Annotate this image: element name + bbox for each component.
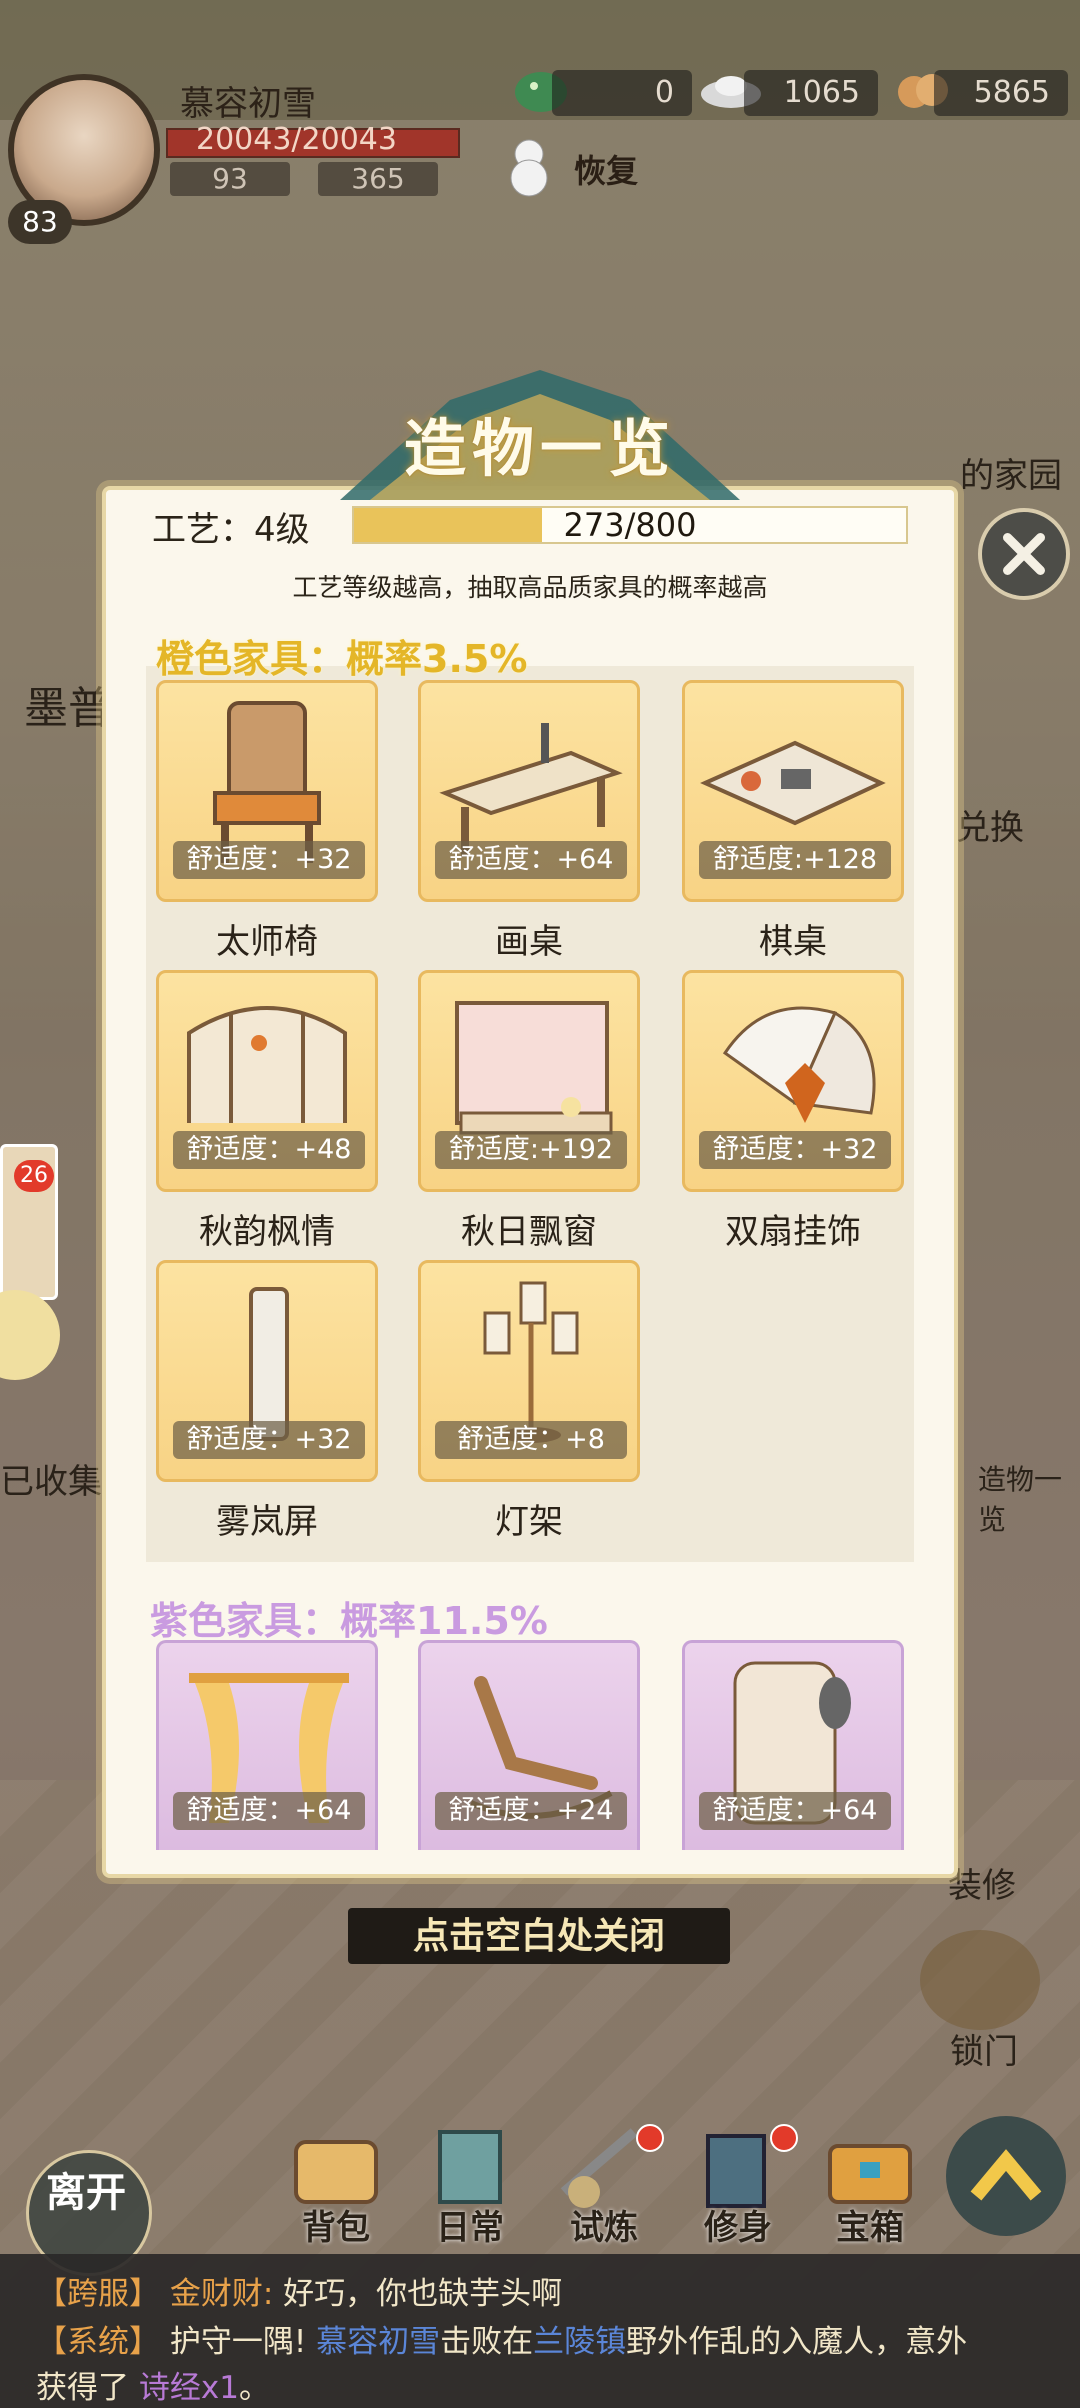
chat-channel-tag: 【系统】 xyxy=(36,2324,160,2360)
furniture-card[interactable]: 舒适度：+64 xyxy=(418,680,640,902)
furniture-card[interactable]: 舒适度：+8 xyxy=(418,1260,640,1482)
craft-level-label: 工艺：4级 xyxy=(152,510,310,550)
player-name: 慕容初雪 xyxy=(180,84,316,124)
furniture-name: 太师椅 xyxy=(216,922,318,962)
cultivate-notification-dot xyxy=(770,2124,798,2152)
purple-section-title: 紫色家具：概率11.5% xyxy=(150,1599,548,1643)
comfort-value: 舒适度：+32 xyxy=(699,1131,891,1169)
furniture-card[interactable]: 舒适度：+32 xyxy=(682,970,904,1192)
chat-message: 好巧，你也缺芋头啊 xyxy=(283,2276,563,2312)
currency-jade: 0 xyxy=(552,70,692,116)
player-level: 83 xyxy=(8,200,72,244)
furniture-name: 双扇挂饰 xyxy=(725,1212,861,1252)
furniture-name: 雾岚屏 xyxy=(216,1502,318,1542)
furniture-name: 灯架 xyxy=(495,1502,563,1542)
swap-button[interactable]: 兑换 xyxy=(956,800,1024,849)
restore-button[interactable]: 恢复 xyxy=(574,146,638,192)
cultivate-label[interactable]: 修身 xyxy=(678,2200,798,2249)
chat-line-3: 获得了 诗经x1。 xyxy=(36,2362,270,2407)
furniture-card[interactable]: 舒适度：+24 xyxy=(418,1640,640,1850)
lock-icon[interactable] xyxy=(920,1930,1040,2030)
furniture-card[interactable]: 舒适度：+32 xyxy=(156,680,378,902)
chat-message: 护守一隅! xyxy=(169,2324,307,2360)
furniture-name: 画桌 xyxy=(495,922,563,962)
currency-copper: 5865 xyxy=(934,70,1068,116)
trial-label[interactable]: 试炼 xyxy=(544,2200,664,2249)
chat-panel[interactable]: 【跨服】 金财财: 好巧，你也缺芋头啊 【系统】 护守一隅! 慕容初雪击败在兰陵… xyxy=(0,2254,1080,2408)
chat-message: 野外作乱的入魔人，意外 xyxy=(626,2324,968,2360)
daily-label[interactable]: 日常 xyxy=(410,2200,530,2249)
furniture-name: 秋日飘窗 xyxy=(461,1212,597,1252)
furniture-card[interactable]: 舒适度:+128 xyxy=(682,680,904,902)
chat-place-link[interactable]: 兰陵镇 xyxy=(533,2324,626,2360)
stat-b-value: 365 xyxy=(318,162,438,196)
orange-section-title: 橙色家具：概率3.5% xyxy=(156,637,528,681)
chat-player-link[interactable]: 慕容初雪 xyxy=(316,2324,440,2360)
expand-menu-icon[interactable] xyxy=(946,2116,1066,2236)
left-tab-label[interactable]: 墨普 xyxy=(24,672,112,736)
leave-label: 离开 xyxy=(46,2169,126,2216)
craft-hint-text: 工艺等级越高，抽取高品质家具的概率越高 xyxy=(292,573,768,602)
tap-to-close-hint[interactable]: 点击空白处关闭 xyxy=(348,1908,730,1964)
furniture-card[interactable]: 舒适度：+64 xyxy=(682,1640,904,1850)
craft-progress-bar: 273/800 xyxy=(352,506,908,544)
currency-silver: 1065 xyxy=(744,70,878,116)
furniture-card[interactable]: 舒适度：+64 xyxy=(156,1640,378,1850)
furniture-card[interactable]: 舒适度：+32 xyxy=(156,1260,378,1482)
comfort-value: 舒适度：+48 xyxy=(173,1131,365,1169)
chat-speaker[interactable]: 金财财: xyxy=(170,2276,273,2312)
chest-label[interactable]: 宝箱 xyxy=(810,2200,930,2249)
comfort-value: 舒适度：+8 xyxy=(435,1421,627,1459)
comfort-value: 舒适度：+64 xyxy=(435,841,627,879)
lock-door-button[interactable]: 锁门 xyxy=(950,2024,1018,2073)
repair-button[interactable]: 装修 xyxy=(948,1858,1016,1907)
chat-message: 。 xyxy=(238,2370,270,2406)
furniture-name: 棋桌 xyxy=(759,922,827,962)
furniture-card[interactable]: 舒适度:+192 xyxy=(418,970,640,1192)
furniture-name: 秋韵枫情 xyxy=(199,1212,335,1252)
comfort-value: 舒适度：+32 xyxy=(173,1421,365,1459)
collected-label[interactable]: 已收集 xyxy=(0,1454,102,1503)
chat-message: 获得了 xyxy=(36,2370,129,2406)
close-icon[interactable] xyxy=(978,508,1070,600)
chat-line-1: 【跨服】 金财财: 好巧，你也缺芋头啊 xyxy=(36,2268,562,2313)
comfort-value: 舒适度：+64 xyxy=(173,1792,365,1830)
comfort-value: 舒适度:+192 xyxy=(435,1131,627,1169)
comfort-value: 舒适度:+128 xyxy=(699,841,891,879)
chat-item-link[interactable]: 诗经x1 xyxy=(139,2370,239,2406)
side-card-badge: 26 xyxy=(14,1160,54,1192)
furniture-card[interactable]: 舒适度：+48 xyxy=(156,970,378,1192)
gourd-icon xyxy=(510,139,548,197)
trial-notification-dot xyxy=(636,2124,664,2152)
chat-line-2: 【系统】 护守一隅! 慕容初雪击败在兰陵镇野外作乱的入魔人，意外 xyxy=(36,2316,967,2361)
comfort-value: 舒适度：+64 xyxy=(699,1792,891,1830)
chat-channel-tag: 【跨服】 xyxy=(36,2276,160,2312)
craft-progress-value: 273/800 xyxy=(563,506,697,544)
overview-button[interactable]: 造物一览 xyxy=(978,1458,1080,1538)
bag-label[interactable]: 背包 xyxy=(276,2200,396,2249)
chat-message: 击败在 xyxy=(440,2324,534,2360)
comfort-value: 舒适度：+32 xyxy=(173,841,365,879)
stat-a-value: 93 xyxy=(170,162,290,196)
comfort-value: 舒适度：+24 xyxy=(435,1792,627,1830)
panel-title: 造物一览 xyxy=(403,412,676,485)
hp-value: 20043/20043 xyxy=(196,122,397,157)
